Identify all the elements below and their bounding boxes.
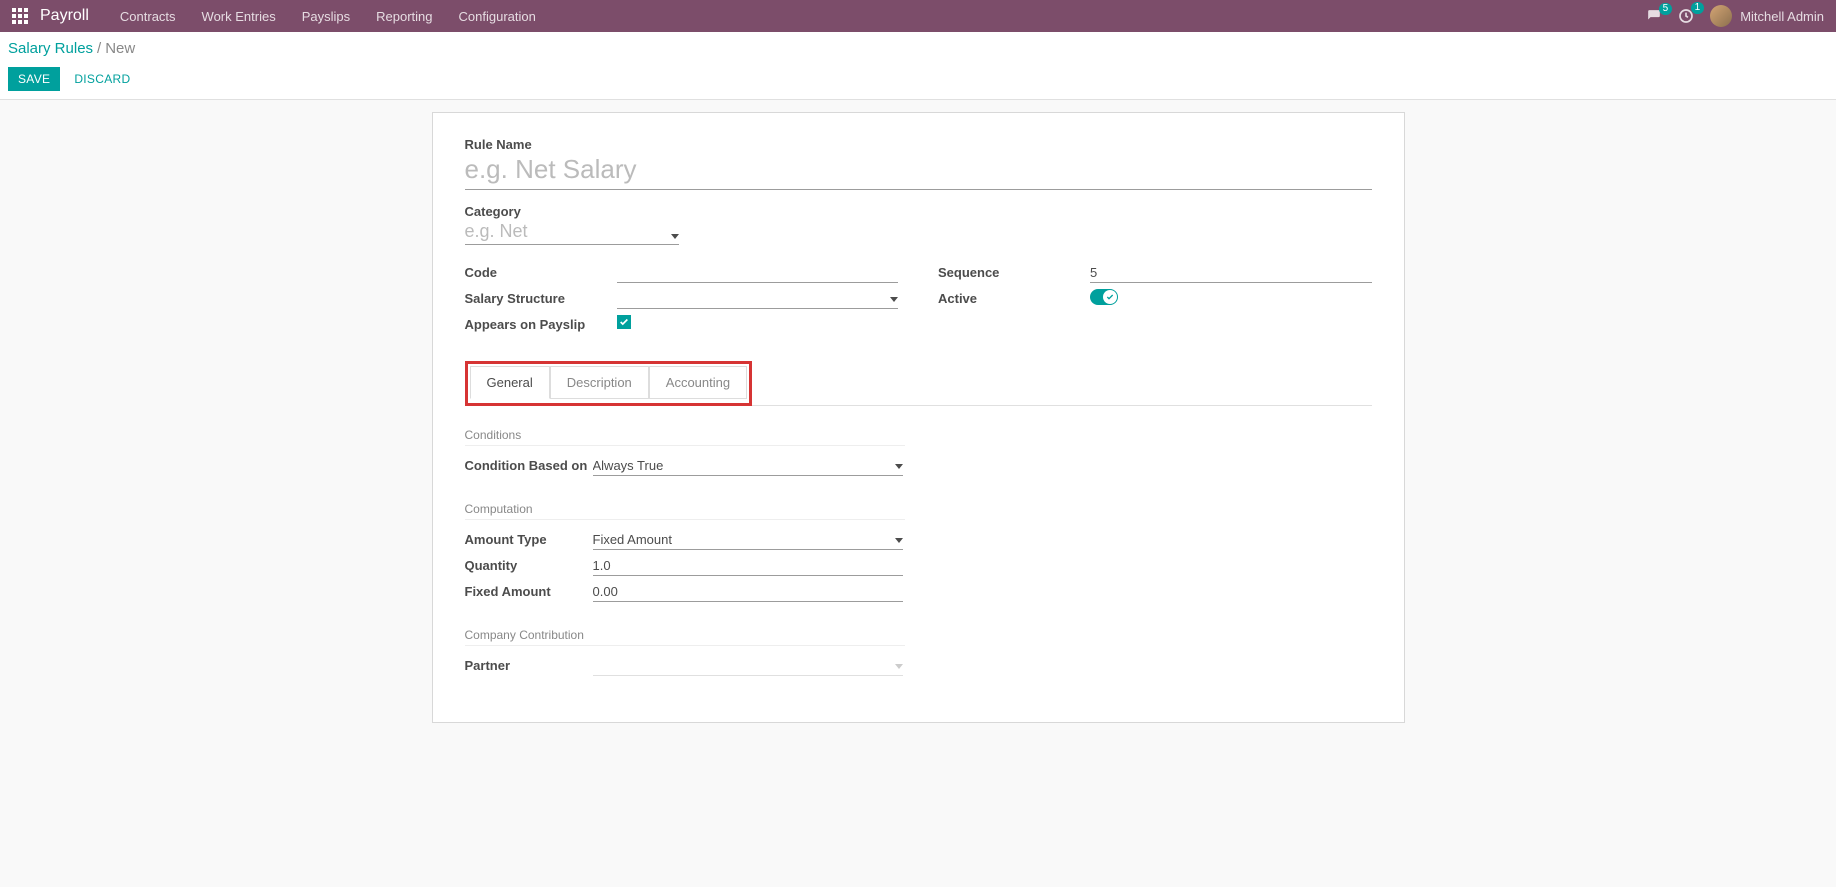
code-input[interactable] <box>617 263 899 283</box>
top-nav: Payroll Contracts Work Entries Payslips … <box>0 0 1836 32</box>
nav-menu: Contracts Work Entries Payslips Reportin… <box>107 1 549 32</box>
activities-badge: 1 <box>1691 2 1705 14</box>
sequence-label: Sequence <box>938 263 1090 280</box>
section-computation: Computation <box>465 502 905 520</box>
messages-icon[interactable]: 5 <box>1646 9 1662 23</box>
discard-button[interactable]: DISCARD <box>64 67 140 91</box>
quantity-label: Quantity <box>465 556 593 573</box>
activities-icon[interactable]: 1 <box>1678 8 1694 24</box>
caret-down-icon[interactable] <box>890 297 898 302</box>
nav-right: 5 1 Mitchell Admin <box>1646 5 1824 27</box>
category-label: Category <box>465 204 1372 219</box>
condition-based-label: Condition Based on <box>465 456 593 473</box>
tab-accounting[interactable]: Accounting <box>649 366 747 399</box>
code-label: Code <box>465 263 617 280</box>
caret-down-icon[interactable] <box>895 538 903 543</box>
nav-configuration[interactable]: Configuration <box>446 1 549 32</box>
salary-structure-input[interactable] <box>617 289 899 309</box>
category-input[interactable] <box>465 219 679 245</box>
tab-description[interactable]: Description <box>550 366 649 399</box>
caret-down-icon[interactable] <box>895 464 903 469</box>
partner-label: Partner <box>465 656 593 673</box>
fixed-amount-input[interactable] <box>593 582 903 602</box>
app-brand[interactable]: Payroll <box>40 7 89 25</box>
caret-down-icon[interactable] <box>895 664 903 669</box>
section-company-contribution: Company Contribution <box>465 628 905 646</box>
avatar <box>1710 5 1732 27</box>
fixed-amount-label: Fixed Amount <box>465 582 593 599</box>
tabs-highlight: General Description Accounting <box>465 361 753 406</box>
tab-general[interactable]: General <box>470 366 550 399</box>
sequence-input[interactable] <box>1090 263 1372 283</box>
user-menu[interactable]: Mitchell Admin <box>1710 5 1824 27</box>
form-sheet: Rule Name Category Code Salary Structure <box>432 112 1405 723</box>
nav-reporting[interactable]: Reporting <box>363 1 445 32</box>
control-panel: Salary Rules / New SAVE DISCARD <box>0 32 1836 100</box>
salary-structure-label: Salary Structure <box>465 289 617 306</box>
rule-name-input[interactable] <box>465 152 1372 190</box>
user-name: Mitchell Admin <box>1740 9 1824 24</box>
active-label: Active <box>938 289 1090 306</box>
nav-work-entries[interactable]: Work Entries <box>189 1 289 32</box>
breadcrumb-current: New <box>105 40 135 57</box>
breadcrumb-parent[interactable]: Salary Rules <box>8 40 93 57</box>
messages-badge: 5 <box>1659 3 1673 15</box>
appears-checkbox[interactable] <box>617 315 631 329</box>
quantity-input[interactable] <box>593 556 903 576</box>
caret-down-icon[interactable] <box>671 234 679 239</box>
nav-payslips[interactable]: Payslips <box>289 1 363 32</box>
appears-label: Appears on Payslip <box>465 315 617 332</box>
section-conditions: Conditions <box>465 428 905 446</box>
amount-type-select[interactable] <box>593 530 903 550</box>
condition-based-select[interactable] <box>593 456 903 476</box>
apps-icon[interactable] <box>12 8 28 24</box>
active-toggle[interactable] <box>1090 289 1118 305</box>
amount-type-label: Amount Type <box>465 530 593 547</box>
partner-input[interactable] <box>593 656 903 676</box>
rule-name-label: Rule Name <box>465 137 1372 152</box>
save-button[interactable]: SAVE <box>8 67 60 91</box>
breadcrumb: Salary Rules / New <box>8 40 1820 57</box>
nav-contracts[interactable]: Contracts <box>107 1 189 32</box>
